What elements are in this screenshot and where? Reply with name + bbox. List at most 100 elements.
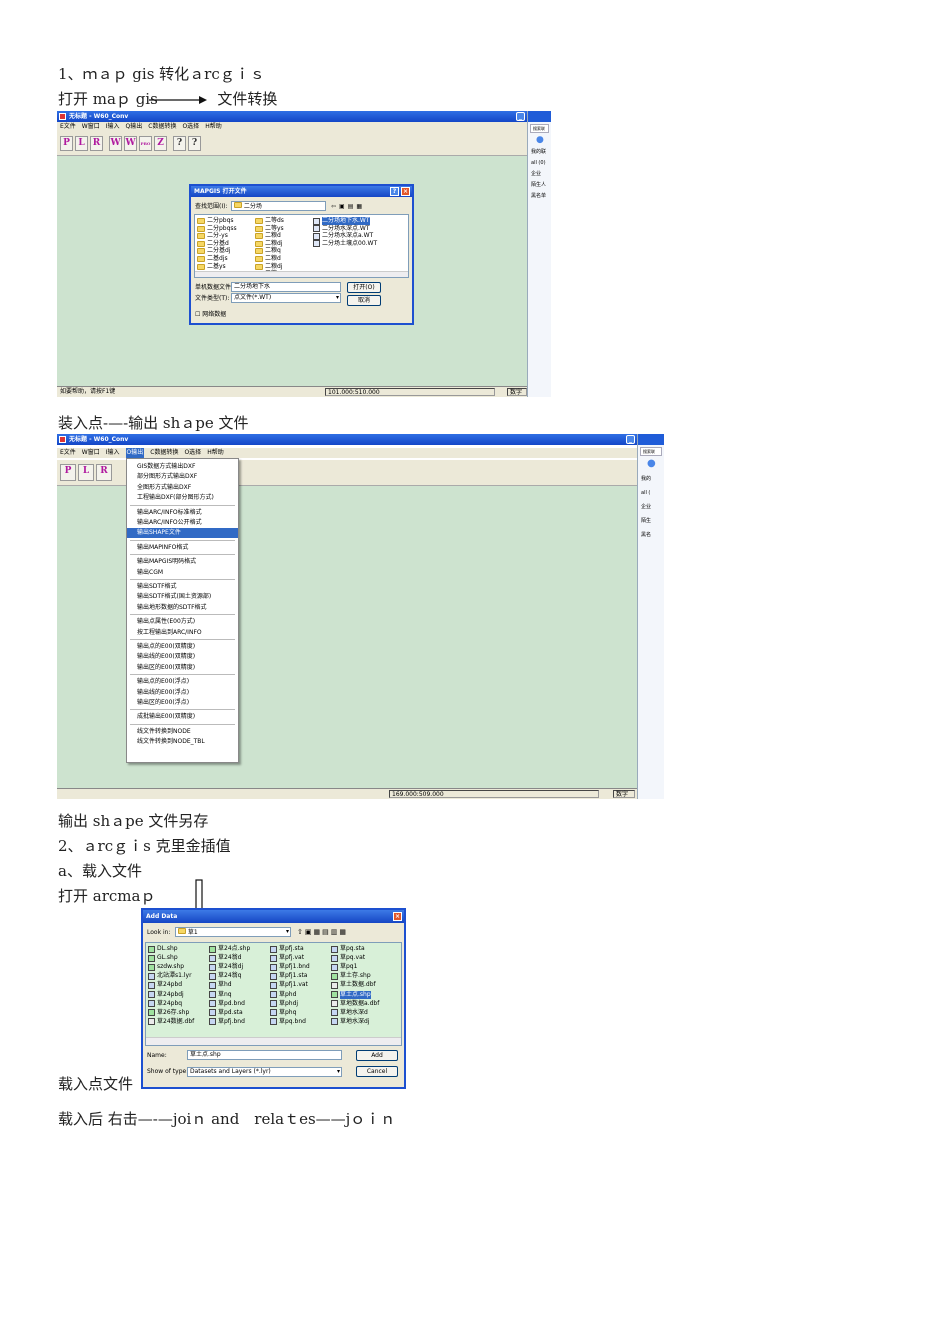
file-list-item[interactable]: 草24翁q [209, 972, 241, 980]
filetype-select[interactable]: 点文件(*.WT) ▾ [231, 293, 341, 303]
line-tool-button[interactable]: L [78, 464, 94, 481]
output-menu-item[interactable]: 部分图形方式输出DXF [127, 472, 238, 482]
output-menu-item[interactable]: 输出线的E00(浮点) [127, 688, 238, 698]
close-icon[interactable]: × [393, 912, 402, 921]
network-checkbox[interactable]: ☐ 网络数据 [195, 310, 226, 319]
output-menu-item[interactable]: GIS数据方式输出DXF [127, 462, 238, 472]
output-menu-item[interactable]: 线文件转换到NODE_TBL [127, 737, 238, 747]
menu-help[interactable]: H帮助 [205, 122, 222, 132]
menu-convert[interactable]: C数据转换 [150, 448, 178, 458]
point-tool-button[interactable]: P [60, 464, 76, 481]
sidebar-search[interactable]: 搜索联 [530, 124, 549, 133]
sidebar-item[interactable]: 我的 [638, 472, 664, 486]
file-list-item[interactable]: 二基ys [197, 263, 226, 271]
menu-help[interactable]: H帮助 [207, 448, 224, 458]
file-list-item[interactable]: 草pfj.bnd [209, 1018, 245, 1026]
file-list-item[interactable]: 草24翁d [209, 954, 241, 962]
look-in-select[interactable]: 二分场 [231, 201, 326, 211]
region-tool-button[interactable]: R [96, 464, 112, 481]
file-list-item[interactable]: szdw.shp [148, 963, 184, 971]
horizontal-scrollbar[interactable] [195, 271, 408, 277]
output-menu-item[interactable]: 输出SDTF格式(国土资源部) [127, 592, 238, 602]
minimize-button[interactable]: _ [626, 435, 635, 444]
file-list-item[interactable]: 草地数据a.dbf [331, 1000, 379, 1008]
file-list-item[interactable]: 草24数据.dbf [148, 1018, 194, 1026]
menu-file[interactable]: E文件 [60, 448, 76, 458]
output-menu-item[interactable]: 输出线的E00(双精度) [127, 652, 238, 662]
file-list-item[interactable]: 草pd.bnd [209, 1000, 245, 1008]
file-list-item[interactable]: 草地水深dj [331, 1018, 369, 1026]
file-list-item[interactable]: 草26存.shp [148, 1009, 189, 1017]
output-menu-item[interactable]: 输出SDTF格式 [127, 582, 238, 592]
look-in-select[interactable]: 草1 ▾ [175, 927, 291, 937]
output-menu-item[interactable]: 工程输出DXF(部分图形方式) [127, 493, 238, 503]
sidebar-item[interactable]: 黑名 [638, 528, 664, 542]
file-list-item[interactable]: 草24点.shp [209, 945, 250, 953]
output-menu-item[interactable]: 输出MAPGIS明码格式 [127, 557, 238, 567]
file-list-item[interactable]: 草24pbd [148, 981, 182, 989]
sidebar-item[interactable]: 陌生 [638, 514, 664, 528]
minimize-button[interactable]: _ [516, 112, 525, 121]
sidebar-item[interactable]: 我的联 [528, 147, 551, 158]
output-menu-item[interactable]: 输出MAPINFO格式 [127, 543, 238, 553]
file-list-item[interactable]: 草pq.sta [331, 945, 365, 953]
add-button[interactable]: Add [356, 1050, 398, 1061]
file-list-item[interactable]: 二分场土壤点00.WT [313, 240, 377, 248]
file-list-item[interactable]: 草pfj.sta [270, 945, 304, 953]
file-list-item[interactable]: 草土数据.dbf [331, 981, 376, 989]
menu-convert[interactable]: C数据转换 [148, 122, 176, 132]
file-list-item[interactable]: 草hd [209, 981, 232, 989]
output-menu-item[interactable]: 全图形方式输出DXF [127, 483, 238, 493]
file-list-item[interactable]: 草土存.shp [331, 972, 371, 980]
file-list-item[interactable]: 草phq [270, 1009, 296, 1017]
output-menu-item[interactable]: 输出地形数据的SDTF格式 [127, 603, 238, 613]
file-list-item[interactable]: 草pq.bnd [270, 1018, 306, 1026]
cancel-button[interactable]: Cancel [356, 1066, 398, 1077]
file-list[interactable]: DL.shp GL.shp szdw.shp 北站潭s1.lyr 草24pbd 草24pb… [145, 942, 402, 1046]
w2-tool-button[interactable]: W [124, 136, 137, 151]
sidebar-item[interactable]: all ( [638, 486, 664, 500]
output-menu-item[interactable]: 输出ARC/INFO标准格式 [127, 508, 238, 518]
menu-window[interactable]: W窗口 [82, 122, 100, 132]
output-menu-item[interactable]: 输出点的E00(浮点) [127, 677, 238, 687]
menu-output[interactable]: O输出 [125, 448, 145, 458]
sidebar-item[interactable]: 企业 [528, 169, 551, 180]
open-button[interactable]: 打开(O) [347, 282, 381, 293]
file-list-item[interactable]: 草pfj1.vat [270, 981, 308, 989]
output-menu-item[interactable]: 线文件转换到NODE [127, 727, 238, 737]
sidebar-item[interactable]: 企业 [638, 500, 664, 514]
output-menu-item[interactable]: 输出点属性(E00方式) [127, 617, 238, 627]
menu-input[interactable]: I输入 [106, 122, 120, 132]
file-list-item[interactable]: 草pfj1.bnd [270, 963, 310, 971]
output-menu-item[interactable]: 输出点的E00(双精度) [127, 642, 238, 652]
file-list-item[interactable]: 草土点.shp [331, 990, 371, 999]
horizontal-scrollbar[interactable] [146, 1037, 401, 1045]
sidebar-item[interactable]: all (0) [528, 158, 551, 169]
file-list[interactable]: 二分pbqs 二分pbqss 二分-ys 二分基d 二分基dj 二基djs 二基ys 二等ds… [194, 214, 409, 278]
close-icon[interactable]: × [401, 187, 410, 196]
context-help-button[interactable]: ? [188, 136, 201, 151]
file-list-item[interactable]: 草24pbq [148, 1000, 182, 1008]
file-list-item[interactable]: 草pfj.vat [270, 954, 304, 962]
region-tool-button[interactable]: R [90, 136, 103, 151]
output-menu-item[interactable]: 输出SHAPE文件 [127, 528, 238, 539]
filename-input[interactable]: 二分场地下水 [231, 282, 341, 292]
help-tool-button[interactable]: ? [173, 136, 186, 151]
help-icon[interactable]: ? [390, 187, 399, 196]
file-list-item[interactable]: DL.shp [148, 945, 178, 953]
menu-output[interactable]: Q输出 [126, 122, 143, 132]
file-list-item[interactable]: 草nq [209, 991, 232, 999]
sidebar-item[interactable]: 陌生人 [528, 180, 551, 191]
pro-tool-button[interactable]: PRO [139, 136, 152, 151]
file-list-item[interactable]: 草phdj [270, 1000, 298, 1008]
file-list-item[interactable]: 草phd [270, 991, 296, 999]
file-list-item[interactable]: 草24pbdj [148, 991, 184, 999]
output-menu-item[interactable]: 输出区的E00(双精度) [127, 663, 238, 673]
name-input[interactable]: 草土点.shp [187, 1050, 342, 1060]
file-list-item[interactable]: 草pd.sta [209, 1009, 243, 1017]
output-menu-item[interactable]: 输出CGM [127, 568, 238, 578]
file-list-item[interactable]: GL.shp [148, 954, 178, 962]
sidebar-search[interactable]: 搜索联 [640, 447, 662, 456]
menu-window[interactable]: W窗口 [82, 448, 100, 458]
file-list-item[interactable]: 草pq1 [331, 963, 357, 971]
